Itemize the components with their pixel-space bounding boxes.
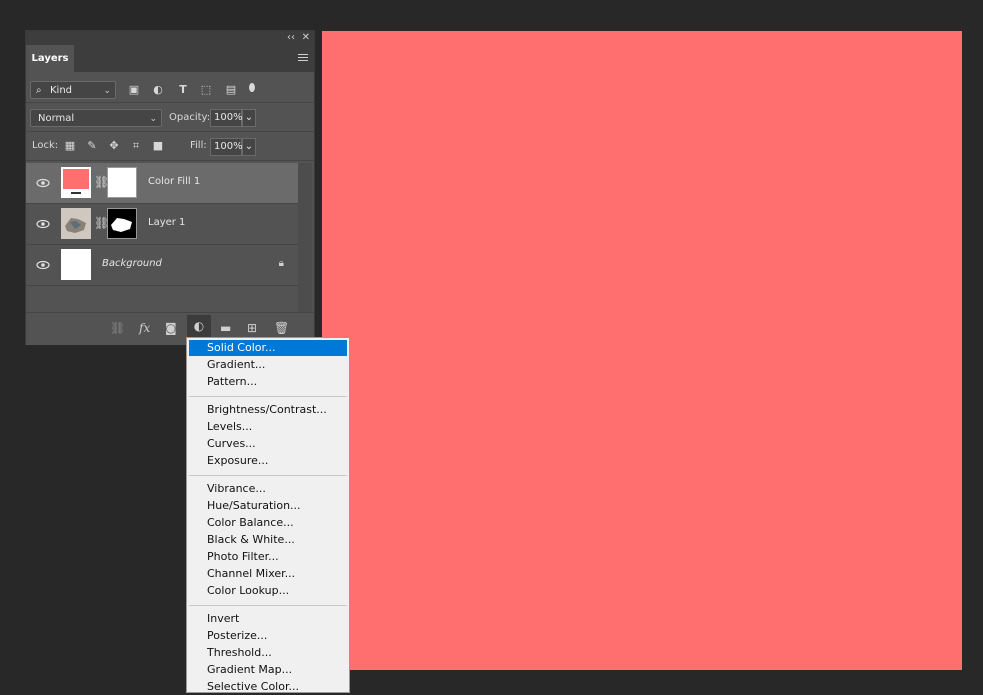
blend-mode-value: Normal	[38, 113, 75, 124]
layer-name: Color Fill 1	[148, 176, 201, 187]
lock-label: Lock:	[32, 140, 59, 151]
type-filter-icon[interactable]: T	[177, 83, 189, 97]
menu-item-gradient-map[interactable]: Gradient Map...	[189, 662, 347, 678]
layer-name: Layer 1	[148, 217, 186, 228]
lock-all-icon[interactable]: ■	[152, 139, 164, 153]
menu-separator	[189, 605, 347, 606]
link-layers-icon[interactable]: ⛓	[110, 321, 125, 335]
fill-label: Fill:	[190, 140, 207, 151]
color-fill-thumbnail[interactable]	[61, 167, 91, 198]
filter-row: ⌕ Kind ⌄ ▣ ◐ T ⬚ ▤ ⬮	[26, 72, 314, 102]
lock-row: Lock: ▦ ✎ ✥ ⌗ ■ Fill: 100% ⌄	[26, 132, 314, 160]
fill-input[interactable]: 100%	[210, 138, 243, 156]
menu-item-vibrance[interactable]: Vibrance...	[189, 481, 347, 497]
menu-item-posterize[interactable]: Posterize...	[189, 628, 347, 644]
panel-menu-icon[interactable]	[298, 54, 308, 63]
layer-row-background[interactable]: Background 🔒︎	[26, 245, 298, 285]
layer-mask-thumbnail[interactable]	[107, 208, 137, 239]
fx-icon[interactable]: fx	[139, 321, 150, 335]
layer-row-layer-1[interactable]: ⛓ Layer 1	[26, 204, 298, 244]
menu-item-pattern[interactable]: Pattern...	[189, 374, 347, 390]
kind-label: Kind	[50, 85, 73, 96]
tab-layers[interactable]: Layers	[26, 45, 74, 72]
lock-transparent-icon[interactable]: ▦	[64, 139, 76, 153]
menu-item-channel-mixer[interactable]: Channel Mixer...	[189, 566, 347, 582]
trash-icon[interactable]: 🗑︎	[274, 321, 289, 335]
menu-separator	[189, 475, 347, 476]
blend-mode-dropdown[interactable]: Normal ⌄	[30, 109, 162, 127]
menu-item-threshold[interactable]: Threshold...	[189, 645, 347, 661]
menu-item-photo-filter[interactable]: Photo Filter...	[189, 549, 347, 565]
menu-item-solid-color[interactable]: Solid Color...	[189, 340, 347, 356]
smart-object-filter-icon[interactable]: ▤	[225, 83, 237, 97]
eye-icon[interactable]	[36, 217, 50, 231]
lock-brush-icon[interactable]: ✎	[86, 139, 98, 153]
kind-filter-dropdown[interactable]: ⌕ Kind ⌄	[30, 81, 116, 99]
close-icon[interactable]: ✕	[302, 31, 310, 45]
menu-item-hue-saturation[interactable]: Hue/Saturation...	[189, 498, 347, 514]
image-filter-icon[interactable]: ▣	[128, 83, 140, 97]
menu-item-curves[interactable]: Curves...	[189, 436, 347, 452]
double-chevron-left-icon[interactable]: ‹‹	[287, 31, 295, 45]
menu-item-invert[interactable]: Invert	[189, 611, 347, 627]
background-thumbnail[interactable]	[61, 249, 91, 280]
new-layer-icon[interactable]: ⊞	[247, 321, 257, 335]
eye-icon[interactable]	[36, 258, 50, 272]
adjustment-layer-menu: Solid Color... Gradient... Pattern... Br…	[186, 337, 350, 693]
layers-panel: ‹‹ ✕ Layers ⌕ Kind ⌄ ▣ ◐ T ⬚ ▤ ⬮ Normal …	[25, 30, 315, 345]
adjustment-filter-icon[interactable]: ◐	[152, 83, 164, 97]
fill-dropdown[interactable]: ⌄	[242, 138, 256, 156]
lock-artboard-icon[interactable]: ⌗	[130, 139, 142, 153]
lock-icon[interactable]: 🔒︎	[279, 258, 284, 269]
document-canvas[interactable]	[322, 31, 962, 670]
layer-mask-icon[interactable]: ◙	[165, 321, 177, 335]
panel-title-bar: ‹‹ ✕	[26, 31, 314, 45]
menu-item-brightness-contrast[interactable]: Brightness/Contrast...	[189, 402, 347, 418]
filter-toggle-icon[interactable]: ⬮	[247, 81, 257, 95]
menu-item-exposure[interactable]: Exposure...	[189, 453, 347, 469]
menu-separator	[189, 396, 347, 397]
opacity-input[interactable]: 100%	[210, 109, 243, 127]
group-folder-icon[interactable]: ▬	[220, 321, 231, 335]
layer-name: Background	[102, 258, 162, 269]
layers-scrollbar[interactable]	[298, 163, 312, 313]
eye-icon[interactable]	[36, 176, 50, 190]
menu-item-color-balance[interactable]: Color Balance...	[189, 515, 347, 531]
menu-item-black-white[interactable]: Black & White...	[189, 532, 347, 548]
adjustment-layer-icon[interactable]: ◐	[187, 315, 211, 339]
panel-tabbar: Layers	[26, 45, 314, 72]
layer-row-color-fill[interactable]: ⛓ Color Fill 1	[26, 163, 298, 203]
menu-item-gradient[interactable]: Gradient...	[189, 357, 347, 373]
chevron-down-icon: ⌄	[149, 114, 157, 124]
menu-item-levels[interactable]: Levels...	[189, 419, 347, 435]
search-icon: ⌕	[36, 85, 42, 96]
layer-thumbnail[interactable]	[61, 208, 91, 239]
shape-filter-icon[interactable]: ⬚	[200, 83, 212, 97]
chevron-down-icon: ⌄	[103, 86, 111, 96]
blend-row: Normal ⌄ Opacity: 100% ⌄	[26, 103, 314, 131]
opacity-dropdown[interactable]: ⌄	[242, 109, 256, 127]
opacity-label: Opacity:	[169, 112, 211, 123]
layer-mask-thumbnail[interactable]	[107, 167, 137, 198]
menu-item-color-lookup[interactable]: Color Lookup...	[189, 583, 347, 599]
lock-move-icon[interactable]: ✥	[108, 139, 120, 153]
